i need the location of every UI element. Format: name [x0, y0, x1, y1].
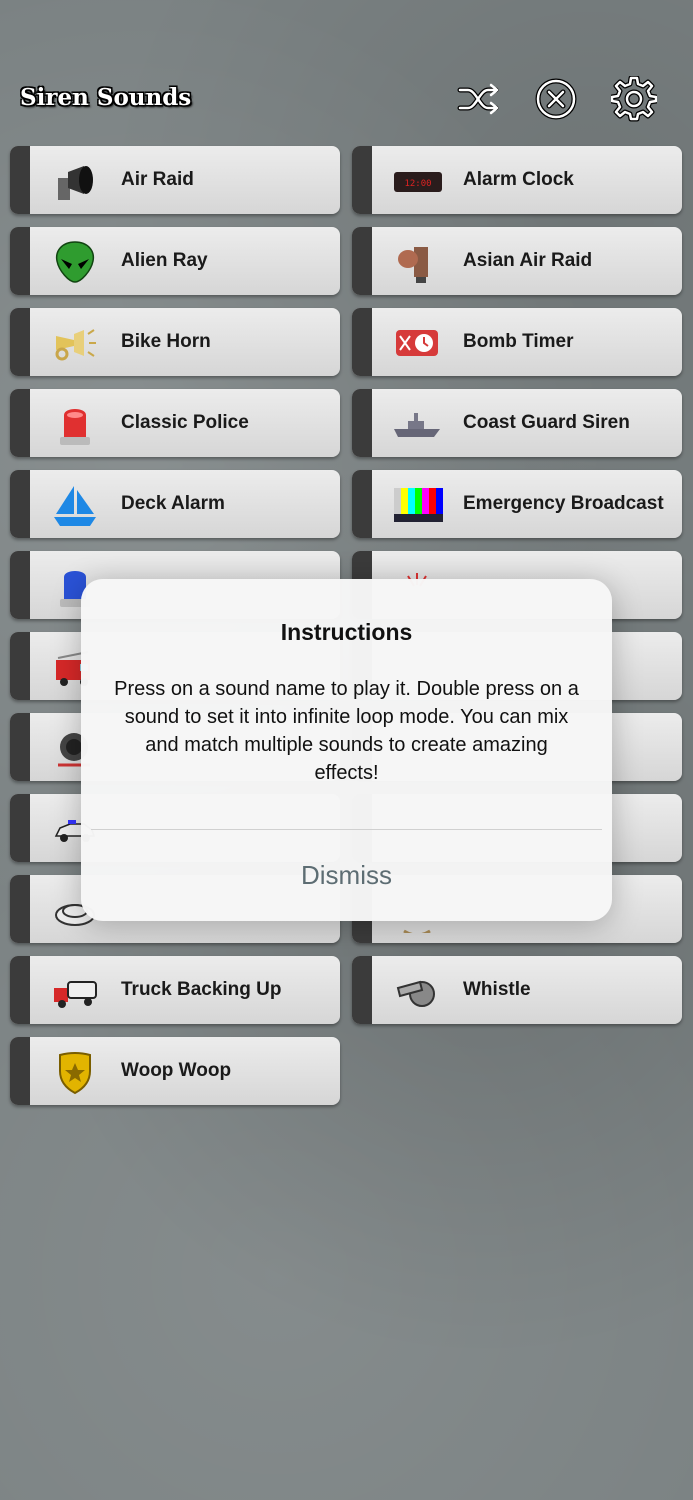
dialog-message: Press on a sound name to play it. Double… — [114, 678, 579, 784]
sound-label: Classic Police — [121, 412, 249, 433]
app-title: Siren Sounds — [20, 84, 192, 111]
sound-label: Emergency Broadcast — [463, 493, 664, 514]
whistle-icon — [394, 968, 440, 1014]
tile-strip — [10, 146, 30, 214]
bomb-timer-icon — [394, 320, 440, 366]
sound-label: Alien Ray — [121, 250, 208, 271]
alien-icon — [52, 239, 98, 285]
stop-all-button[interactable] — [533, 76, 579, 122]
instructions-dialog: Instructions Press on a sound name to pl… — [81, 579, 612, 921]
stop-circle-icon — [535, 78, 577, 120]
sound-tile[interactable]: Bomb Timer — [352, 308, 682, 376]
tile-strip — [10, 875, 30, 943]
tile-strip — [10, 308, 30, 376]
sound-label: Bike Horn — [121, 331, 211, 352]
sound-label: Asian Air Raid — [463, 250, 593, 271]
sound-tile[interactable]: Classic Police — [10, 389, 340, 457]
sound-tile[interactable]: 12:00 Alarm Clock — [352, 146, 682, 214]
test-pattern-icon — [394, 482, 446, 528]
sailboat-icon — [52, 482, 98, 528]
sound-label: Coast Guard Siren — [463, 412, 630, 433]
sound-tile[interactable]: Air Raid — [10, 146, 340, 214]
settings-button[interactable] — [609, 75, 659, 122]
tile-strip — [10, 956, 30, 1024]
tile-strip — [10, 389, 30, 457]
tile-strip — [10, 1037, 30, 1105]
sound-tile[interactable]: Bike Horn — [10, 308, 340, 376]
sound-label: Truck Backing Up — [121, 979, 282, 1000]
shuffle-icon — [457, 83, 499, 115]
red-beacon-icon — [52, 401, 98, 447]
tile-strip — [10, 227, 30, 295]
sound-tile[interactable]: Alien Ray — [10, 227, 340, 295]
tile-strip — [352, 956, 372, 1024]
sound-label: Bomb Timer — [463, 331, 574, 352]
dialog-title: Instructions — [280, 619, 413, 645]
sound-label: Air Raid — [121, 169, 194, 190]
asian-siren-icon — [394, 239, 440, 285]
dismiss-button[interactable]: Dismiss — [81, 830, 612, 920]
sound-label: Deck Alarm — [121, 493, 225, 514]
sound-tile[interactable]: Emergency Broadcast — [352, 470, 682, 538]
tile-strip — [10, 794, 30, 862]
truck-icon — [52, 968, 98, 1014]
tile-strip — [352, 227, 372, 295]
sound-tile[interactable]: Coast Guard Siren — [352, 389, 682, 457]
sound-tile[interactable]: Deck Alarm — [10, 470, 340, 538]
air-raid-siren-icon — [52, 158, 98, 204]
badge-icon — [52, 1049, 98, 1095]
tile-strip — [352, 389, 372, 457]
bike-horn-icon — [52, 320, 98, 366]
sound-tile[interactable]: Truck Backing Up — [10, 956, 340, 1024]
header: Siren Sounds — [0, 70, 693, 130]
alarm-clock-icon: 12:00 — [392, 158, 444, 204]
tile-strip — [10, 632, 30, 700]
tile-strip — [352, 308, 372, 376]
ship-icon — [394, 401, 440, 447]
sound-tile[interactable]: Whistle — [352, 956, 682, 1024]
gear-icon — [609, 75, 659, 122]
sound-label: Woop Woop — [121, 1060, 232, 1081]
tile-strip — [352, 470, 372, 538]
sound-tile[interactable]: Woop Woop — [10, 1037, 340, 1105]
shuffle-button[interactable] — [456, 76, 502, 122]
sound-tile[interactable]: Asian Air Raid — [352, 227, 682, 295]
tile-strip — [352, 146, 372, 214]
tile-strip — [10, 713, 30, 781]
sound-label: Whistle — [463, 979, 531, 1000]
svg-text:12:00: 12:00 — [404, 179, 431, 189]
tile-strip — [10, 470, 30, 538]
tile-strip — [10, 551, 30, 619]
sound-label: Alarm Clock — [463, 169, 574, 190]
